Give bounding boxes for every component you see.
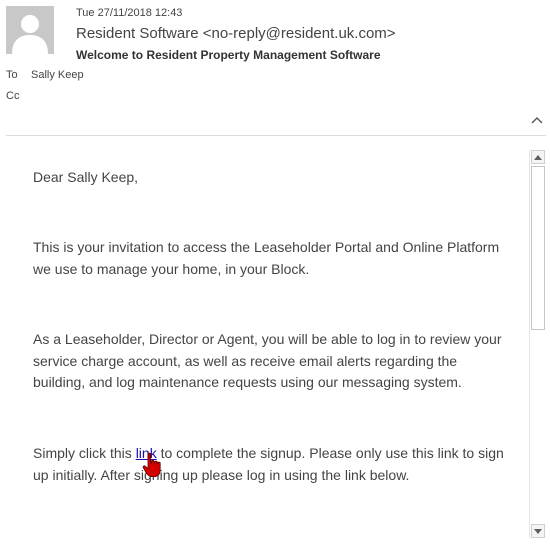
signup-link[interactable]: link xyxy=(136,445,157,461)
sent-date: Tue 27/11/2018 12:43 xyxy=(76,7,183,19)
sender-name[interactable]: Resident Software <no-reply@resident.uk.… xyxy=(76,25,396,42)
cc-label: Cc xyxy=(6,90,20,102)
scroll-thumb[interactable] xyxy=(531,166,545,330)
arrow-down-icon xyxy=(534,528,542,534)
email-header: Tue 27/11/2018 12:43 Resident Software <… xyxy=(0,0,550,136)
signup-paragraph: Simply click this link to complete the s… xyxy=(33,443,513,486)
email-subject: Welcome to Resident Property Management … xyxy=(76,48,381,62)
signup-text-before: Simply click this xyxy=(33,445,136,461)
chevron-up-icon xyxy=(531,117,543,124)
header-divider xyxy=(6,135,546,136)
scroll-up-button[interactable] xyxy=(531,150,545,164)
email-body: Dear Sally Keep, This is your invitation… xyxy=(6,148,530,540)
arrow-up-icon xyxy=(534,154,542,160)
person-silhouette-icon xyxy=(6,6,54,54)
to-label: To xyxy=(6,69,18,81)
vertical-scrollbar[interactable] xyxy=(529,150,546,538)
scroll-down-button[interactable] xyxy=(531,524,545,538)
sender-avatar xyxy=(6,6,54,54)
features-paragraph: As a Leaseholder, Director or Agent, you… xyxy=(33,331,502,390)
recipient-name[interactable]: Sally Keep xyxy=(31,69,84,81)
invitation-paragraph: This is your invitation to access the Le… xyxy=(33,239,500,277)
collapse-header-button[interactable] xyxy=(528,110,546,130)
greeting: Dear Sally Keep, xyxy=(33,169,139,185)
